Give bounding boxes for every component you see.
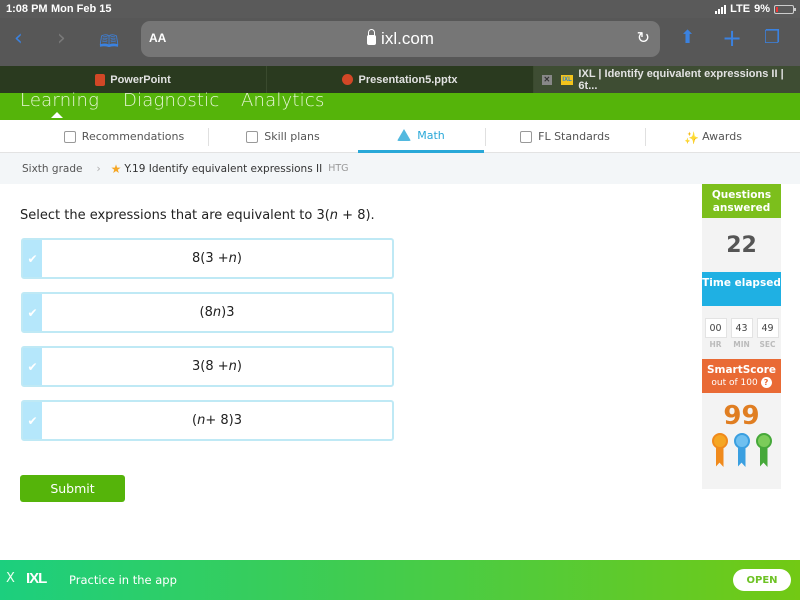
tab-skill-plans[interactable]: Skill plans [209, 120, 357, 153]
tab-label: Math [417, 128, 445, 142]
prompt-variable: n [329, 208, 339, 223]
tab-recommendations[interactable]: Recommendations [40, 120, 208, 153]
clipboard-icon [246, 130, 259, 143]
browser-tab-ixl[interactable]: ✕ IXL IXL | Identify equivalent expressi… [534, 66, 800, 93]
timer-minutes: 43 [730, 318, 753, 338]
questions-answered-label: Questions answered [702, 184, 781, 218]
timer-seconds: 49 [756, 318, 779, 338]
nav-analytics[interactable]: Analytics [241, 90, 325, 111]
questions-answered-count: 22 [726, 232, 757, 258]
medal-orange-icon [711, 433, 728, 469]
close-banner-icon[interactable]: X [6, 571, 15, 586]
back-icon[interactable]: ‹ [14, 26, 23, 51]
browser-tab-strip: PowerPoint Presentation5.pptx ✕ IXL IXL … [0, 66, 800, 93]
browser-toolbar: ‹ › 🕮 AA ixl.com ↻ ⬆ + ❐ [0, 18, 800, 66]
browser-tab-powerpoint[interactable]: PowerPoint [0, 66, 267, 93]
choice-expression: (8 n)3 [199, 305, 235, 320]
medals [702, 433, 781, 469]
checklist-icon [520, 130, 533, 143]
subject-nav: Recommendations Skill plans Math FL Stan… [0, 118, 800, 153]
tab-label: Skill plans [264, 130, 320, 143]
timer-hours: 00 [704, 318, 727, 338]
reload-icon[interactable]: ↻ [637, 28, 650, 47]
breadcrumb-grade[interactable]: Sixth grade [22, 163, 82, 175]
share-icon[interactable]: ⬆ [680, 27, 695, 48]
answer-choice-4[interactable]: ✔ (n + 8)3 [21, 400, 394, 441]
smartscore-sub-label: out of 100 [711, 378, 758, 388]
timer-minutes-label: MIN [733, 340, 750, 349]
check-icon: ✔ [23, 294, 42, 331]
tab-fl-standards[interactable]: FL Standards [486, 120, 644, 153]
open-app-button[interactable]: OPEN [733, 569, 791, 591]
forward-icon[interactable]: › [57, 26, 66, 51]
time-elapsed-label: Time elapsed [702, 272, 781, 306]
smartscore-header: SmartScore out of 100 ? [702, 359, 781, 393]
tab-label: IXL | Identify equivalent expressions II… [578, 67, 784, 92]
nav-diagnostic[interactable]: Diagnostic [123, 90, 219, 111]
medal-blue-icon [733, 433, 750, 469]
status-time: 1:08 PM [6, 3, 48, 15]
address-bar[interactable]: AA ixl.com ↻ [141, 21, 660, 57]
tab-label: Presentation5.pptx [358, 73, 458, 86]
ixl-logo: IXL [26, 570, 47, 587]
check-icon: ✔ [23, 240, 42, 277]
powerpoint-icon [95, 73, 106, 86]
url-host: ixl.com [381, 29, 434, 48]
answer-choice-1[interactable]: ✔ 8(3 + n) [21, 238, 394, 279]
question-prompt: Select the expressions that are equivale… [20, 208, 375, 223]
medal-green-icon [755, 433, 772, 469]
smartscore-label: SmartScore [706, 364, 777, 376]
check-icon: ✔ [23, 348, 42, 385]
timer-hours-label: HR [709, 340, 722, 349]
prompt-text: Select the expressions that are equivale… [20, 208, 330, 223]
progress-sidebar: Questions answered 22 Time elapsed 00 43… [702, 184, 781, 489]
status-date: Mon Feb 15 [51, 3, 112, 15]
skill-tag: HTG [328, 163, 349, 174]
battery-percent: 9% [754, 3, 770, 15]
smartscore-value: 99 [723, 401, 760, 431]
banner-message: Practice in the app [69, 573, 177, 587]
choice-expression: 3(8 + n) [192, 359, 242, 374]
chevron-right-icon: › [96, 162, 101, 175]
breadcrumb-skill: Y.19 Identify equivalent expressions II [124, 162, 323, 175]
pptx-icon [342, 74, 354, 85]
star-icon: ★ [110, 161, 122, 176]
signpost-icon [63, 130, 76, 143]
app-promo-banner: X IXL Practice in the app OPEN [0, 560, 800, 600]
choice-expression: 8(3 + n) [192, 251, 242, 266]
answer-choice-2[interactable]: ✔ (8 n)3 [21, 292, 394, 333]
battery-icon [774, 4, 796, 14]
tabs-icon[interactable]: ❐ [764, 27, 780, 48]
ixl-main-nav: Learning Diagnostic Analytics [0, 90, 800, 118]
tab-label: PowerPoint [110, 73, 171, 86]
ixl-favicon: IXL [560, 74, 574, 85]
nav-learning[interactable]: Learning [20, 90, 99, 111]
submit-button[interactable]: Submit [20, 475, 125, 502]
confetti-icon: ✨ [684, 130, 700, 145]
pyramid-icon [397, 129, 412, 141]
timer: 00 43 49 [702, 318, 781, 338]
close-tab-icon[interactable]: ✕ [542, 74, 552, 85]
browser-tab-presentation[interactable]: Presentation5.pptx [267, 66, 534, 93]
prompt-text: + 8). [338, 208, 375, 223]
tab-label: Recommendations [81, 130, 185, 143]
new-tab-icon[interactable]: + [722, 24, 742, 52]
signal-icon [715, 4, 727, 14]
answer-choice-3[interactable]: ✔ 3(8 + n) [21, 346, 394, 387]
breadcrumb: Sixth grade › ★ Y.19 Identify equivalent… [0, 153, 800, 184]
ios-status-bar: 1:08 PM Mon Feb 15 LTE 9% [0, 0, 800, 18]
tab-math[interactable]: Math [358, 120, 484, 153]
tab-awards[interactable]: ✨ Awards [646, 120, 780, 153]
tab-label: Awards [702, 130, 742, 143]
help-icon[interactable]: ? [760, 377, 772, 388]
tab-label: FL Standards [538, 130, 610, 143]
choice-expression: (n + 8)3 [192, 413, 242, 428]
lock-icon [367, 29, 377, 45]
check-icon: ✔ [23, 402, 42, 439]
timer-seconds-label: SEC [759, 340, 776, 349]
bookmarks-icon[interactable]: 🕮 [99, 29, 119, 58]
network-type: LTE [730, 3, 751, 15]
